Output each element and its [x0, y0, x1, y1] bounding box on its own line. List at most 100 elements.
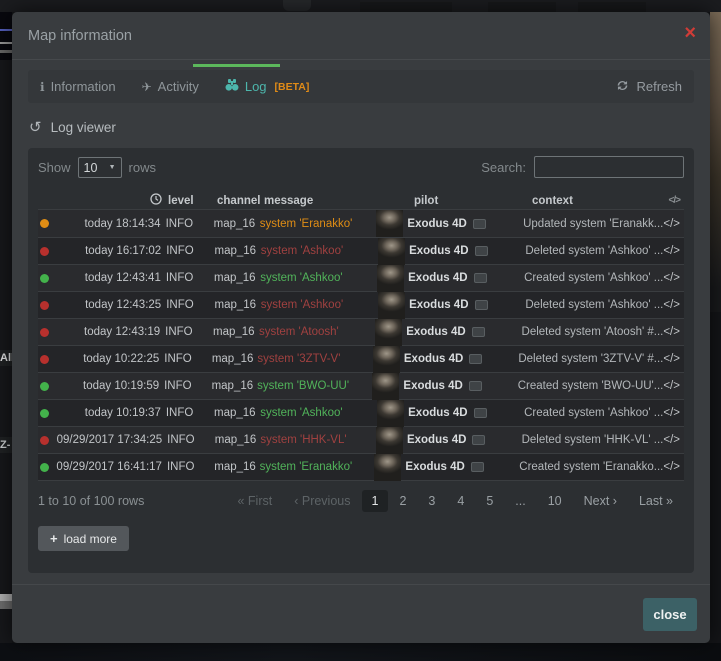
log-message: system 'Ashkoo' [261, 299, 378, 311]
code-icon[interactable]: </> [663, 326, 680, 338]
code-icon[interactable]: </> [663, 461, 680, 473]
log-level: INFO [166, 245, 214, 257]
search-input[interactable] [534, 156, 684, 178]
page-ellipsis: 5 [475, 491, 504, 511]
log-viewer-heading: ↺ Log viewer [29, 120, 116, 135]
close-icon[interactable]: × [684, 23, 696, 43]
refresh-button[interactable]: Refresh [616, 79, 682, 95]
column-header-context[interactable]: context </> [532, 195, 684, 207]
log-message: system 'Atoosh' [259, 326, 375, 338]
tab-activity[interactable]: ✈ Activity [142, 79, 199, 94]
status-dot-icon [40, 355, 49, 364]
pilot-name: Exodus 4D [409, 245, 468, 257]
code-icon[interactable]: </> [663, 272, 680, 284]
plus-icon: + [50, 531, 58, 546]
id-card-icon [469, 381, 482, 391]
table-row[interactable]: today 10:22:25 INFO map_16 system '3ZTV-… [38, 345, 684, 372]
pilot-name: Exodus 4D [408, 272, 467, 284]
tab-log[interactable]: Log [BETA] [225, 79, 310, 94]
pilot-avatar [377, 265, 404, 292]
pilot-avatar [378, 238, 405, 265]
column-header-pilot[interactable]: pilot [410, 195, 532, 207]
page-last-button[interactable]: Last » [628, 491, 684, 511]
table-row[interactable]: 09/29/2017 17:34:25 INFO map_16 system '… [38, 426, 684, 453]
pilot-name: Exodus 4D [409, 299, 468, 311]
page-next-button[interactable]: Next › [573, 491, 628, 511]
page-button-3[interactable]: 3 [417, 491, 446, 511]
background-menu-box [578, 2, 646, 12]
table-row[interactable]: today 12:43:25 INFO map_16 system 'Ashko… [38, 291, 684, 318]
log-level: INFO [167, 434, 215, 446]
id-card-icon [474, 408, 487, 418]
status-dot-icon [40, 409, 49, 418]
log-context: Created system 'Ashkoo' ... [524, 407, 663, 419]
close-button[interactable]: close [643, 598, 697, 631]
status-dot-icon [40, 382, 49, 391]
table-row[interactable]: today 10:19:37 INFO map_16 system 'Ashko… [38, 399, 684, 426]
tab-activity-label: Activity [158, 79, 199, 94]
background-map-line [0, 42, 12, 44]
id-card-icon [469, 354, 482, 364]
background-page-topbar [0, 0, 721, 12]
log-context: Deleted system 'HHK-VL' ... [522, 434, 664, 446]
page-button-10[interactable]: 10 [537, 491, 573, 511]
log-level: INFO [164, 380, 211, 392]
rows-label: rows [129, 160, 156, 175]
code-icon[interactable]: </> [663, 353, 680, 365]
log-level: INFO [166, 218, 214, 230]
log-level: INFO [166, 272, 214, 284]
code-icon[interactable]: </> [663, 299, 680, 311]
background-right-strip [710, 12, 721, 643]
search-label: Search: [481, 160, 526, 175]
table-row[interactable]: today 12:43:19 INFO map_16 system 'Atoos… [38, 318, 684, 345]
id-card-icon [471, 462, 484, 472]
id-card-icon [472, 435, 485, 445]
pilot-avatar [373, 346, 400, 373]
log-channel: map_16 [214, 245, 260, 257]
code-icon[interactable]: </> [663, 380, 680, 392]
log-message: system 'Eranakko' [260, 461, 375, 473]
beta-badge: [BETA] [275, 81, 310, 93]
code-icon[interactable]: </> [663, 218, 680, 230]
table-row[interactable]: today 18:14:34 INFO map_16 system 'Erana… [38, 210, 684, 237]
code-icon[interactable]: </> [663, 245, 680, 257]
log-channel: map_16 [214, 461, 259, 473]
log-channel: map_16 [215, 434, 261, 446]
table-row[interactable]: 09/29/2017 16:41:17 INFO map_16 system '… [38, 453, 684, 480]
status-dot-icon [40, 274, 49, 283]
page-button-4[interactable]: 4 [446, 491, 475, 511]
page-button-2[interactable]: 2 [388, 491, 417, 511]
tab-information[interactable]: ℹ Information [40, 79, 116, 94]
table-row[interactable]: today 12:43:41 INFO map_16 system 'Ashko… [38, 264, 684, 291]
page-size-select[interactable]: 10 ▼ [78, 157, 122, 178]
log-message: system 'Ashkoo' [260, 407, 377, 419]
log-context: Created system 'Eranakko... [519, 461, 663, 473]
table-header-row: level channel message pilot context </> [38, 192, 684, 209]
column-header-message[interactable]: message [264, 195, 383, 207]
log-message: system '3ZTV-V' [257, 353, 372, 365]
background-topbar-tab [283, 0, 311, 11]
column-header-level[interactable]: level [168, 195, 217, 207]
dialog-header: Map information × [12, 12, 710, 60]
load-more-button[interactable]: + load more [38, 526, 129, 551]
pilot-name: Exodus 4D [408, 407, 467, 419]
page-button-1[interactable]: 1 [362, 490, 389, 512]
page-button-5[interactable]: ... [504, 491, 536, 511]
column-header-channel[interactable]: channel [217, 195, 264, 207]
pilot-avatar [372, 373, 399, 400]
background-map-line [0, 50, 12, 53]
map-information-dialog: Map information × ℹ Information ✈ Activi… [12, 12, 710, 643]
code-icon[interactable]: </> [663, 434, 680, 446]
status-dot-icon [40, 463, 49, 472]
code-icon[interactable]: </> [663, 407, 680, 419]
page-previous-button[interactable]: ‹ Previous [283, 491, 361, 511]
column-header-time[interactable] [38, 193, 168, 208]
table-row[interactable]: today 10:19:59 INFO map_16 system 'BWO-U… [38, 372, 684, 399]
page-first-button[interactable]: « First [226, 491, 283, 511]
pilot-avatar [377, 400, 404, 427]
log-level: INFO [165, 326, 213, 338]
refresh-label: Refresh [636, 79, 682, 94]
table-row[interactable]: today 16:17:02 INFO map_16 system 'Ashko… [38, 237, 684, 264]
binoculars-icon [225, 79, 239, 94]
log-time: today 10:22:25 [67, 353, 164, 365]
